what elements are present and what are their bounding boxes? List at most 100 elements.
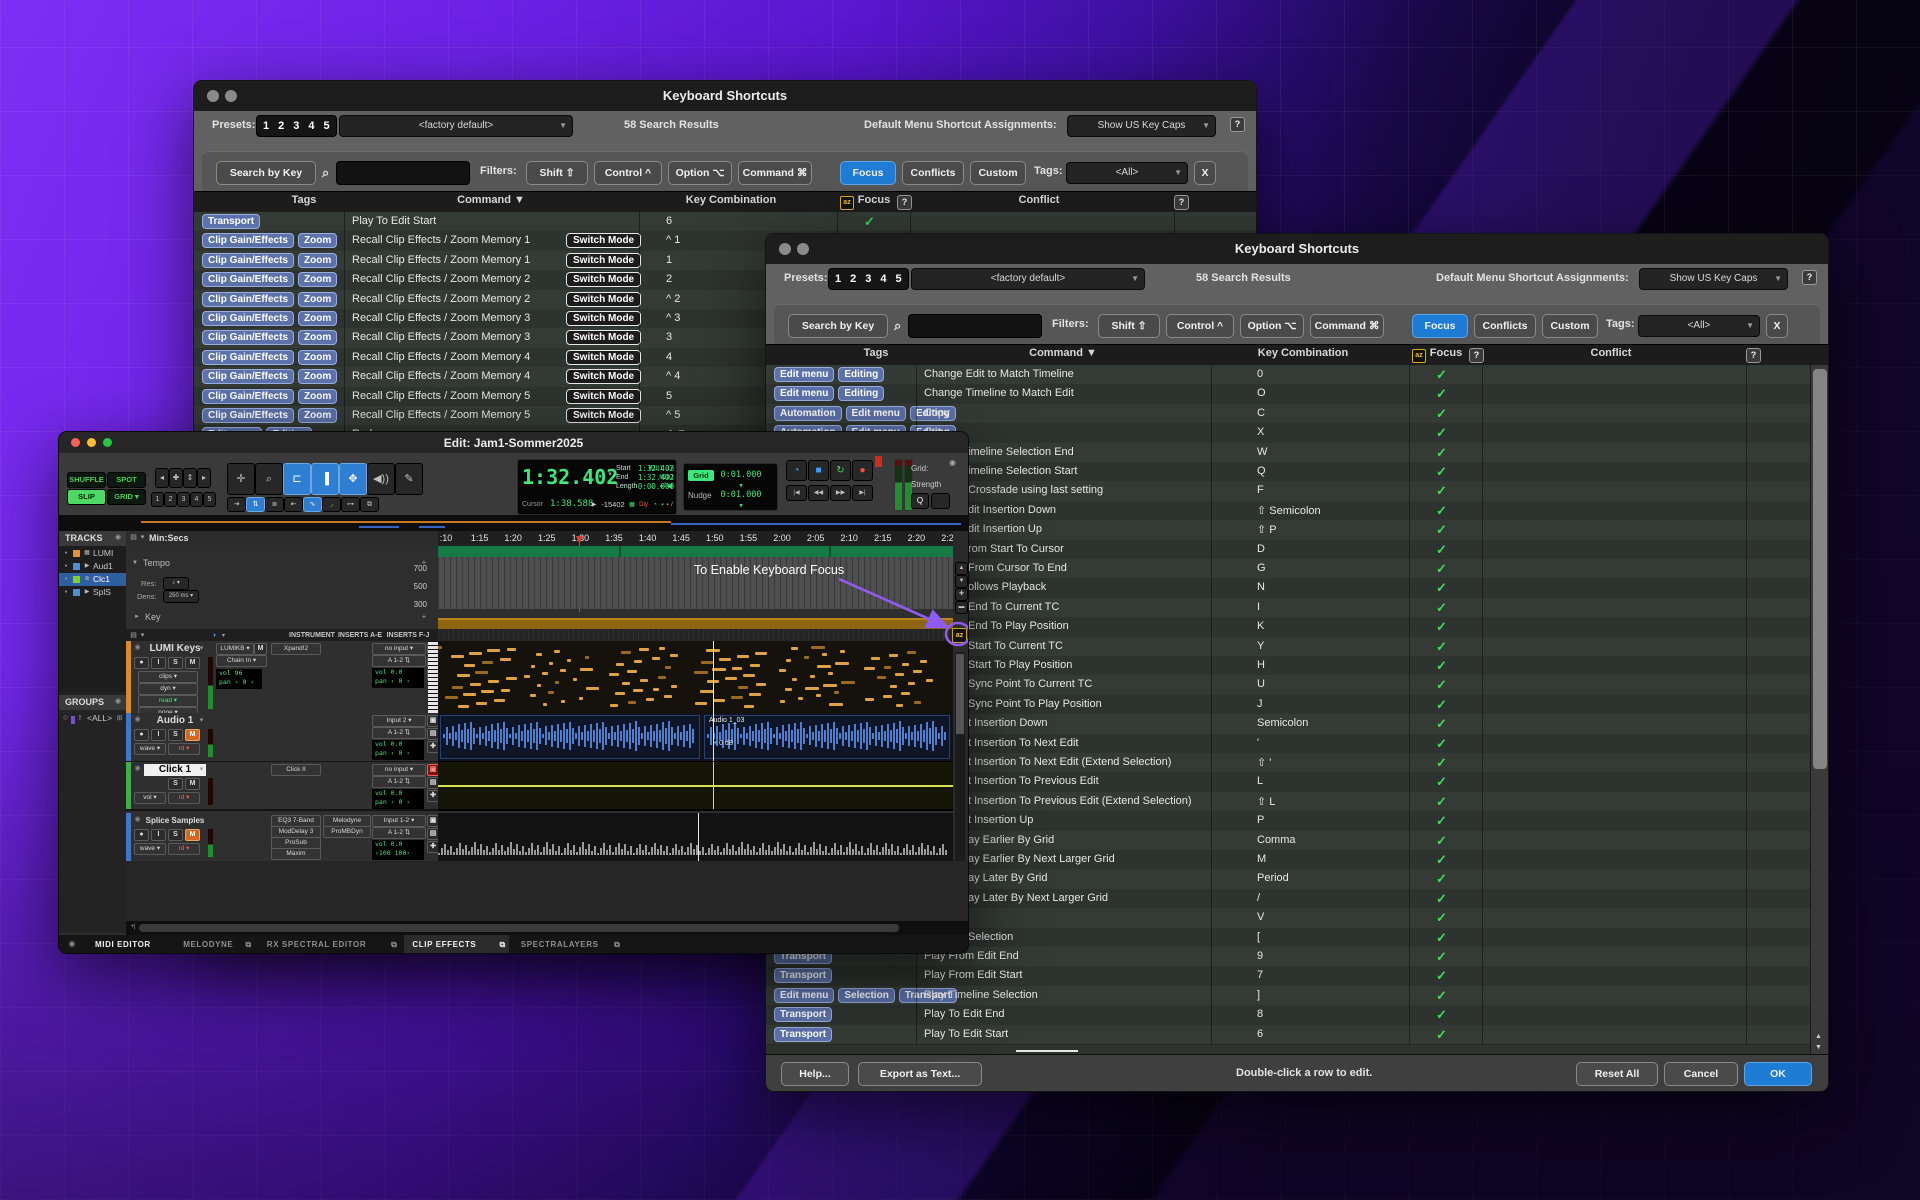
titlebar[interactable]: Edit: Jam1-Sommer2025 xyxy=(59,432,968,453)
track-list-item-LUMI[interactable]: ●▦LUMI xyxy=(59,547,126,560)
preset-dropdown[interactable]: <factory default>▼ xyxy=(339,115,573,137)
nudge-value[interactable]: 0:01.000 ▾ xyxy=(718,490,764,501)
tempo-res-dropdown[interactable]: ♪ ▾ xyxy=(163,577,189,590)
key-combination-cell[interactable]: D xyxy=(1257,543,1265,555)
tag-chip[interactable]: Clip Gain/Effects xyxy=(202,350,294,365)
key-combination-cell[interactable]: L xyxy=(1257,775,1263,787)
command-cell[interactable]: ay Earlier By Grid xyxy=(968,834,1054,846)
M-button[interactable]: M xyxy=(185,778,200,790)
filter-option-button[interactable]: Option ⌥ xyxy=(1240,314,1304,338)
tag-chip[interactable]: Editing xyxy=(838,386,884,401)
key-combination-cell[interactable]: ⇧ ' xyxy=(1257,756,1271,769)
command-cell[interactable]: From Cursor To End xyxy=(968,562,1067,574)
tag-chip[interactable]: Clip Gain/Effects xyxy=(202,389,294,404)
help-button[interactable]: ? xyxy=(1802,270,1817,285)
ruler-caret-icon[interactable]: ▾ xyxy=(139,533,146,543)
scroll-down-icon[interactable]: ▼ xyxy=(955,575,968,588)
tag-chip[interactable]: Transport xyxy=(774,968,832,983)
col-focus[interactable]: Focus xyxy=(858,194,890,206)
S-button[interactable]: S xyxy=(168,829,183,841)
go-to-end-button[interactable]: ▶| xyxy=(852,485,873,501)
custom-filter-button[interactable]: Custom xyxy=(1542,314,1598,338)
col-tags[interactable]: Tags xyxy=(864,347,889,359)
track-controls-audio-1[interactable]: ◉Audio 1▾●ISMwave ▾rd ▾Input 2 ▾A 1-2 ⇅v… xyxy=(126,713,438,763)
focus-filter-button[interactable]: Focus xyxy=(840,161,896,185)
focus-help-icon[interactable]: ? xyxy=(1469,348,1484,363)
assignments-dropdown[interactable]: Show US Key Caps▼ xyxy=(1639,268,1788,290)
half-circle-icon[interactable]: ◑ xyxy=(209,630,219,641)
key-combination-cell[interactable]: 5 xyxy=(666,390,672,402)
command-cell[interactable]: ollows Playback xyxy=(968,581,1046,593)
record-arm-button[interactable]: ● xyxy=(134,657,149,669)
table-header[interactable]: Tags Command ▼ Key Combination az Focus … xyxy=(766,344,1828,367)
record-arm-button[interactable]: ● xyxy=(134,729,149,741)
speaker-tool[interactable]: ◀)) xyxy=(367,463,395,495)
key-combination-cell[interactable]: Semicolon xyxy=(1257,717,1308,729)
switch-mode-chip[interactable]: Switch Mode xyxy=(566,389,641,404)
switch-mode-chip[interactable]: Switch Mode xyxy=(566,330,641,345)
table-row[interactable]: TransportPlay To Edit End8✓ xyxy=(766,1005,1810,1025)
search-by-key-button[interactable]: Search by Key xyxy=(216,161,316,185)
help-button[interactable]: ? xyxy=(1230,117,1245,132)
I-button[interactable]: I xyxy=(151,729,166,741)
tag-chip[interactable]: Zoom xyxy=(298,350,337,365)
conflict-help-icon[interactable]: ? xyxy=(1174,195,1189,210)
scroll-up-icon[interactable]: ▲ xyxy=(955,562,968,575)
edit-mode-mini-button[interactable]: ⧉ xyxy=(360,497,379,512)
edit-mode-mini-button[interactable]: ⊶ xyxy=(341,497,360,512)
universe-view[interactable] xyxy=(59,515,968,532)
main-counter[interactable]: 1:32.402 xyxy=(522,466,608,488)
command-cell[interactable]: Recall Clip Effects / Zoom Memory 1 xyxy=(352,254,530,266)
tag-chip[interactable]: Clip Gain/Effects xyxy=(202,253,294,268)
rewind-button[interactable]: ◀◀ xyxy=(808,485,829,501)
tag-chip[interactable]: Clip Gain/Effects xyxy=(202,369,294,384)
preset-3[interactable]: 3 xyxy=(865,273,871,285)
zoom-out-icon[interactable]: ▬ xyxy=(955,601,968,614)
track-lane-splice-samples[interactable] xyxy=(438,813,953,863)
command-cell[interactable]: Recall Clip Effects / Zoom Memory 5 xyxy=(352,390,530,402)
zoom-in-icon[interactable]: ▸ xyxy=(197,468,211,488)
track-collapse-icon[interactable]: ◉ xyxy=(133,764,142,773)
key-combination-cell[interactable]: J xyxy=(1257,698,1263,710)
key-combination-cell[interactable]: ] xyxy=(1257,989,1260,1001)
command-cell[interactable]: End To Play Position xyxy=(968,620,1069,632)
edit-mode-mini-button[interactable]: ⇥ xyxy=(227,497,246,512)
conflicts-filter-button[interactable]: Conflicts xyxy=(902,161,964,185)
track-sub-chip-dyn[interactable]: dyn ▾ xyxy=(138,683,198,695)
track-name-caret-icon[interactable]: ▾ xyxy=(198,716,205,725)
switch-mode-chip[interactable]: Switch Mode xyxy=(566,272,641,287)
clear-search-button[interactable]: X xyxy=(1766,314,1788,338)
col-tags[interactable]: Tags xyxy=(292,194,317,206)
command-cell[interactable]: Play From Edit Start xyxy=(924,969,1022,981)
tag-chip[interactable]: Zoom xyxy=(298,389,337,404)
zoom-preset-3[interactable]: 3 xyxy=(177,492,190,507)
command-cell[interactable]: t Insertion To Next Edit xyxy=(968,737,1078,749)
command-cell[interactable]: Recall Clip Effects / Zoom Memory 5 xyxy=(352,409,530,421)
preset-3[interactable]: 3 xyxy=(293,120,299,132)
grabber-tool[interactable]: ✥ xyxy=(339,463,367,495)
filter-option-button[interactable]: Option ⌥ xyxy=(668,161,732,185)
tag-chip[interactable]: Transport xyxy=(202,214,260,229)
io-output-chip[interactable]: A 1-2 ⇅ xyxy=(372,727,426,739)
command-cell[interactable]: Crossfade using last setting xyxy=(968,484,1103,496)
key-combination-cell[interactable]: ' xyxy=(1257,737,1259,749)
filter-control-button[interactable]: Control ^ xyxy=(594,161,662,185)
io-input-chip[interactable]: Input 1-2 ▾ xyxy=(372,815,426,827)
tag-chip[interactable]: Edit menu xyxy=(846,406,906,421)
track-controls-lumi-keys[interactable]: ◉LUMI Keys▾●ISMclips ▾dyn ▾read ▾none ▾L… xyxy=(126,641,438,715)
command-cell[interactable]: ay Later By Next Larger Grid xyxy=(968,892,1108,904)
command-cell[interactable]: End To Current TC xyxy=(968,601,1059,613)
command-cell[interactable]: Recall Clip Effects / Zoom Memory 3 xyxy=(352,312,530,324)
scroll-down-icon[interactable]: ▼ xyxy=(1815,1044,1822,1051)
tab-midi-editor[interactable]: MIDI EDITOR xyxy=(87,935,171,953)
command-cell[interactable]: Recall Clip Effects / Zoom Memory 4 xyxy=(352,351,530,363)
zoom-preset-1[interactable]: 1 xyxy=(151,492,164,507)
scrollbar-thumb[interactable] xyxy=(956,654,964,734)
group-item-all[interactable]: ◇!<ALL>⊞ xyxy=(59,712,126,726)
reset-all-button[interactable]: Reset All xyxy=(1576,1062,1658,1086)
mode-grid-button[interactable]: GRID ▾ xyxy=(107,489,146,505)
command-cell[interactable]: dit Insertion Up xyxy=(968,523,1042,535)
ok-button[interactable]: OK xyxy=(1744,1062,1812,1086)
tracks-panel-header[interactable]: TRACKS◉ xyxy=(59,531,126,546)
key-combination-cell[interactable]: ⇧ L xyxy=(1257,795,1275,808)
